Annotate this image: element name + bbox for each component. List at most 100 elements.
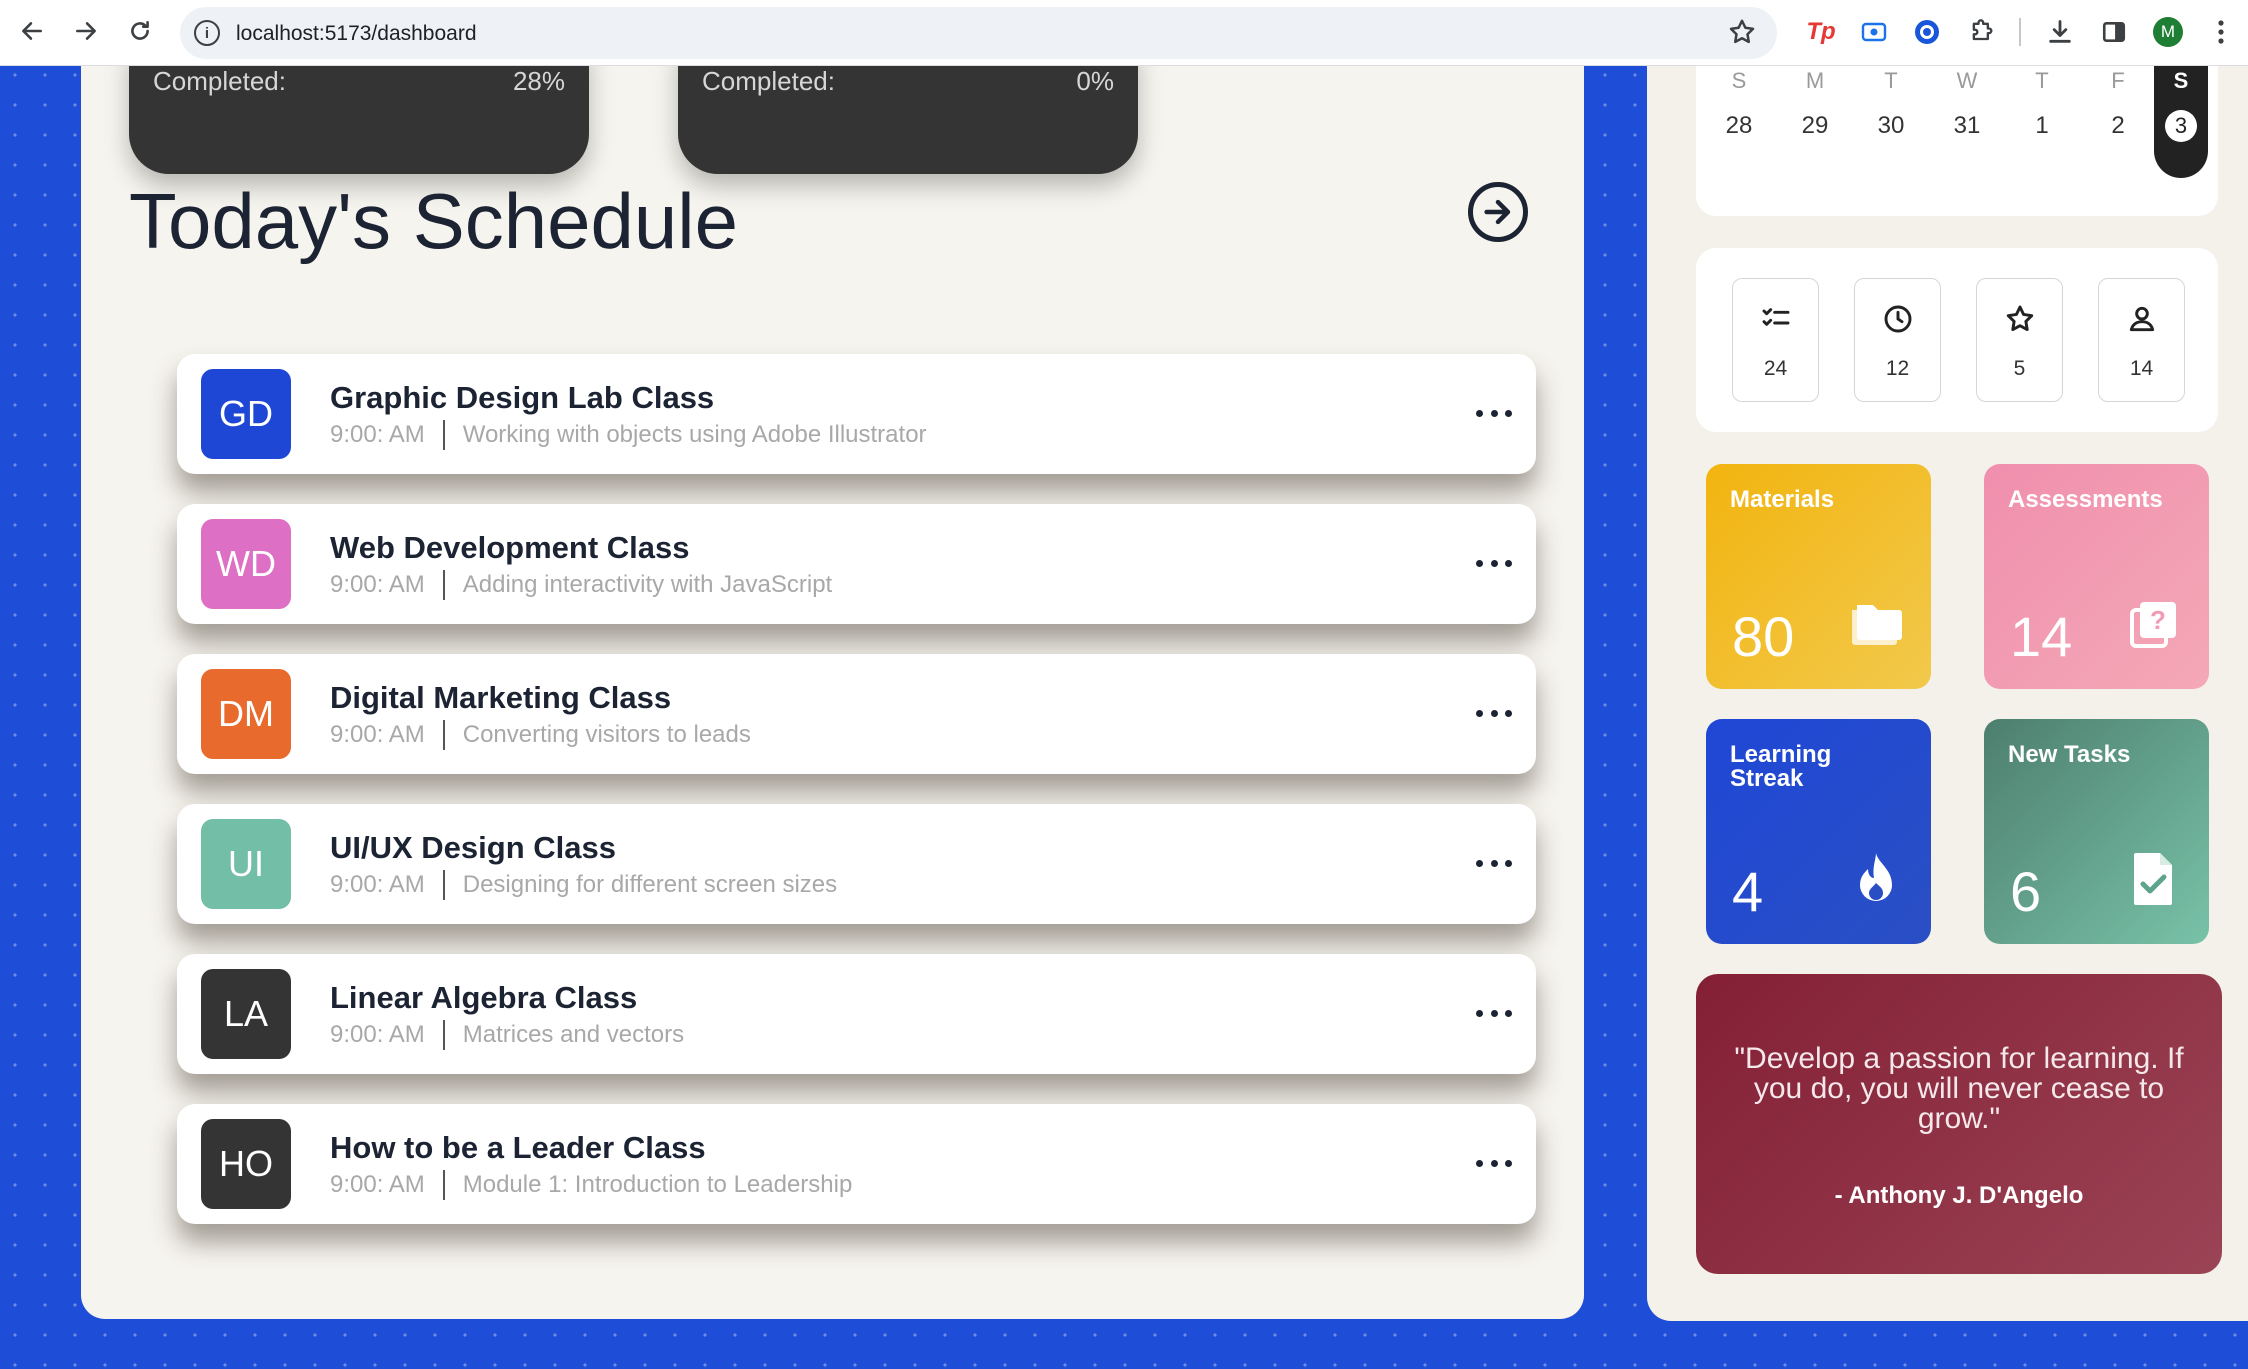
stat-hours[interactable]: 12 — [1854, 278, 1941, 402]
record-extension-icon[interactable] — [1909, 14, 1945, 50]
address-bar[interactable]: i localhost:5173/dashboard — [180, 7, 1777, 59]
class-description: Module 1: Introduction to Leadership — [462, 1171, 853, 1198]
checklist-icon — [1733, 301, 1818, 337]
schedule-item[interactable]: UI UI/UX Design Class 9:00: AM Designing… — [177, 804, 1536, 924]
weekday-label: M — [1805, 68, 1825, 93]
class-avatar: LA — [201, 969, 291, 1059]
class-time: 9:00: AM — [330, 1171, 425, 1198]
class-title: How to be a Leader Class — [330, 1130, 706, 1165]
stat-value: 5 — [2013, 357, 2026, 380]
calendar-date[interactable]: 30 — [1866, 112, 1916, 140]
class-avatar: GD — [201, 369, 291, 459]
class-description: Converting visitors to leads — [462, 721, 751, 748]
week-calendar: S M T W T F 28 29 30 31 1 2 S 3 — [1696, 66, 2218, 216]
menu-kebab-icon[interactable] — [2206, 14, 2236, 50]
learning-streak-tile[interactable]: Learning Streak 4 — [1706, 719, 1931, 944]
schedule-item[interactable]: WD Web Development Class 9:00: AM Adding… — [177, 504, 1536, 624]
quote-text: "Develop a passion for learning. If you … — [1734, 1042, 2184, 1135]
materials-tile[interactable]: Materials 80 — [1706, 464, 1931, 689]
meta-divider — [442, 570, 445, 600]
stat-completed-tasks[interactable]: 24 — [1732, 278, 1819, 402]
meta-divider — [442, 420, 445, 450]
progress-value: 0% — [1076, 66, 1114, 96]
class-time: 9:00: AM — [330, 721, 425, 748]
more-options-icon[interactable] — [1476, 548, 1512, 578]
schedule-item[interactable]: LA Linear Algebra Class 9:00: AM Matrice… — [177, 954, 1536, 1074]
bookmark-star-icon[interactable] — [1727, 17, 1757, 55]
class-meta: 9:00: AM Working with objects using Adob… — [330, 420, 927, 450]
side-panel-icon[interactable] — [2096, 14, 2132, 50]
tile-title: New Tasks — [2008, 741, 2131, 768]
reload-icon[interactable] — [120, 11, 160, 51]
download-icon[interactable] — [2042, 14, 2078, 50]
right-sidebar: S M T W T F 28 29 30 31 1 2 S 3 24 12 5 … — [1647, 66, 2248, 1321]
class-meta: 9:00: AM Designing for different screen … — [330, 870, 837, 900]
forward-icon[interactable] — [66, 11, 106, 51]
course-progress-card[interactable]: Completed: 28% — [129, 66, 589, 174]
class-meta: 9:00: AM Module 1: Introduction to Leade… — [330, 1170, 852, 1200]
schedule-item[interactable]: GD Graphic Design Lab Class 9:00: AM Wor… — [177, 354, 1536, 474]
stat-value: 12 — [1885, 357, 1910, 380]
class-meta: 9:00: AM Converting visitors to leads — [330, 720, 751, 750]
weekday-label: T — [2035, 68, 2049, 93]
meta-divider — [442, 870, 445, 900]
stat-users[interactable]: 14 — [2098, 278, 2185, 402]
weekday-label: S — [1731, 68, 1747, 93]
quote-card: "Develop a passion for learning. If you … — [1696, 974, 2222, 1274]
new-tasks-tile[interactable]: New Tasks 6 — [1984, 719, 2209, 944]
view-schedule-arrow-button[interactable] — [1468, 182, 1528, 242]
schedule-item[interactable]: HO How to be a Leader Class 9:00: AM Mod… — [177, 1104, 1536, 1224]
stat-favorites[interactable]: 5 — [1976, 278, 2063, 402]
meta-divider — [442, 1020, 445, 1050]
weekday-label: S — [2173, 68, 2189, 93]
file-check-icon — [2124, 849, 2184, 909]
class-title: Linear Algebra Class — [330, 980, 638, 1015]
class-title: Web Development Class — [330, 530, 690, 565]
class-description: Working with objects using Adobe Illustr… — [462, 421, 927, 448]
tile-value: 4 — [1732, 860, 1764, 923]
tile-title: Learning Streak — [1730, 741, 1832, 792]
svg-text:?: ? — [2150, 605, 2166, 635]
browser-toolbar: i localhost:5173/dashboard Tp M — [0, 0, 2248, 66]
tile-title: Assessments — [2008, 486, 2163, 513]
progress-value: 28% — [512, 66, 565, 96]
class-time: 9:00: AM — [330, 571, 425, 598]
schedule-list: GD Graphic Design Lab Class 9:00: AM Wor… — [177, 354, 1536, 1254]
tile-title: Materials — [1730, 486, 1835, 513]
meta-divider — [442, 720, 445, 750]
calendar-date[interactable]: 28 — [1714, 112, 1764, 140]
arrow-right-icon — [1484, 199, 1511, 225]
back-icon[interactable] — [12, 11, 52, 51]
profile-avatar[interactable]: M — [2152, 14, 2184, 50]
class-time: 9:00: AM — [330, 871, 425, 898]
site-info-icon[interactable]: i — [194, 20, 220, 46]
course-progress-card[interactable]: Completed: 0% — [678, 66, 1138, 174]
calendar-date[interactable]: 31 — [1942, 112, 1992, 140]
url-text: localhost:5173/dashboard — [236, 22, 477, 45]
stat-value: 14 — [2129, 357, 2154, 380]
assessments-tile[interactable]: Assessments 14 ? — [1984, 464, 2209, 689]
class-description: Adding interactivity with JavaScript — [462, 571, 833, 598]
stat-value: 24 — [1763, 357, 1788, 380]
schedule-item[interactable]: DM Digital Marketing Class 9:00: AM Conv… — [177, 654, 1536, 774]
more-options-icon[interactable] — [1476, 398, 1512, 428]
screen-capture-extension-icon[interactable] — [1856, 14, 1892, 50]
class-time: 9:00: AM — [330, 1021, 425, 1048]
star-icon — [1977, 301, 2062, 337]
more-options-icon[interactable] — [1476, 848, 1512, 878]
calendar-date[interactable]: 29 — [1790, 112, 1840, 140]
more-options-icon[interactable] — [1476, 698, 1512, 728]
tp-extension-icon[interactable]: Tp — [1803, 14, 1839, 50]
main-panel: Completed: 28% Completed: 0% Today's Sch… — [81, 66, 1584, 1319]
more-options-icon[interactable] — [1476, 998, 1512, 1028]
calendar-date[interactable]: 2 — [2093, 112, 2143, 140]
question-icon: ? — [2124, 594, 2184, 654]
more-options-icon[interactable] — [1476, 1148, 1512, 1178]
calendar-selected-day[interactable]: S 3 — [2154, 66, 2208, 178]
calendar-date: 3 — [2165, 110, 2197, 142]
class-title: UI/UX Design Class — [330, 830, 616, 865]
calendar-date[interactable]: 1 — [2017, 112, 2067, 140]
class-avatar: DM — [201, 669, 291, 759]
progress-label: Completed: — [153, 66, 286, 96]
extensions-puzzle-icon[interactable] — [1964, 14, 2000, 50]
